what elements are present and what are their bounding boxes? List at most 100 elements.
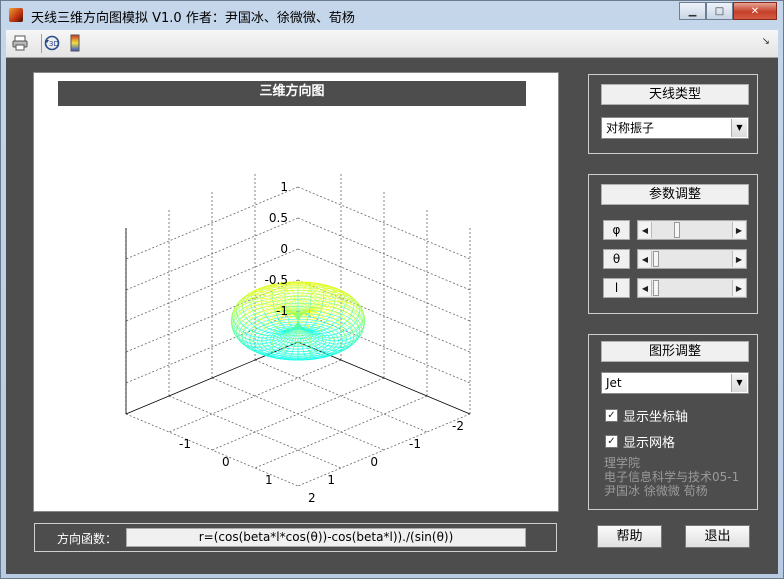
mesh-line [314, 327, 319, 329]
grid-line [254, 359, 428, 433]
mesh-line [304, 315, 307, 318]
mesh-line [359, 313, 362, 317]
mesh-line [348, 309, 353, 313]
pattern-3d-plot[interactable]: 10.50-0.5-110-1-2-1012 [34, 73, 558, 511]
mesh-line [323, 312, 327, 315]
mesh-line [260, 318, 265, 321]
mesh-line [301, 343, 303, 347]
mesh-line [332, 328, 336, 331]
mesh-line [280, 292, 283, 294]
mesh-line [349, 322, 353, 326]
mesh-line [323, 310, 327, 313]
mesh-line [311, 286, 316, 289]
mesh-line [257, 317, 262, 320]
grid-line [211, 377, 385, 451]
toolbar: 3D ↘ [6, 30, 778, 58]
mesh-line [287, 322, 289, 326]
mesh-line [269, 329, 273, 332]
mesh-line [318, 316, 323, 319]
mesh-line [275, 353, 279, 356]
mesh-line [259, 305, 261, 308]
mesh-line [335, 334, 337, 337]
mesh-line [280, 353, 285, 356]
mesh-line [308, 326, 312, 328]
mesh-line [244, 327, 247, 331]
mesh-line [249, 327, 253, 331]
mesh-line [344, 332, 349, 335]
mesh-line [313, 292, 316, 294]
mesh-line [269, 327, 273, 330]
mesh-line [257, 313, 261, 316]
print-icon[interactable] [11, 34, 29, 52]
mesh-line [308, 286, 312, 288]
mesh-line [243, 309, 248, 313]
mesh-line [320, 313, 324, 316]
mesh-line [299, 329, 301, 332]
mesh-line [280, 351, 283, 353]
plot-area[interactable]: 1 0.5 0 -0.5 -1 1 0 -1 -2 -1 0 1 2 三维方向图 [33, 72, 559, 512]
mesh-line [332, 311, 336, 314]
mesh-line [313, 311, 316, 313]
mesh-line [349, 327, 352, 331]
grid-line [168, 395, 342, 469]
mesh-line [308, 354, 312, 356]
mesh-line [260, 321, 265, 324]
maximize-button[interactable]: □ [706, 2, 733, 20]
close-button[interactable]: ✕ [733, 2, 777, 20]
mesh-line [311, 353, 316, 356]
mesh-line [258, 329, 262, 332]
mesh-line [290, 353, 292, 356]
mesh-line [269, 350, 273, 352]
mesh-line [295, 329, 297, 332]
mesh-line [318, 327, 322, 330]
mesh-line [301, 335, 303, 339]
figure-client-area: 1 0.5 0 -0.5 -1 1 0 -1 -2 -1 0 1 2 三维方向图 方向函数： r=(co… [6, 58, 778, 574]
toolbar-separator [41, 34, 42, 53]
mesh-line [278, 292, 281, 295]
minimize-button[interactable]: ▁ [679, 2, 706, 20]
mesh-line [311, 326, 316, 328]
mesh-line [266, 325, 270, 328]
mesh-line [260, 328, 264, 331]
mesh-line [255, 306, 258, 309]
mesh-line [347, 325, 350, 328]
mesh-line [318, 312, 322, 315]
mesh-line [243, 322, 247, 326]
mesh-line [253, 336, 255, 339]
mesh-line [311, 291, 314, 293]
mesh-line [258, 352, 262, 355]
mesh-line [310, 318, 316, 320]
title-bar[interactable]: 天线三维方向图模拟 V1.0 作者：尹国冰、徐微微、荀杨 ▁ □ ✕ [1, 1, 783, 29]
mesh-line [278, 324, 283, 327]
mesh-line [335, 315, 340, 318]
mesh-line [273, 317, 279, 320]
mesh-line [335, 326, 339, 329]
mesh-line [291, 332, 293, 336]
matlab-icon [9, 8, 23, 22]
mesh-line [257, 326, 261, 329]
mesh-line [341, 303, 343, 306]
mesh-line [304, 355, 307, 358]
mesh-line [293, 335, 295, 339]
app-window: 天线三维方向图模拟 V1.0 作者：尹国冰、徐微微、荀杨 ▁ □ ✕ 3D ↘ … [0, 0, 784, 579]
toolbar-overflow-icon[interactable]: ↘ [762, 36, 770, 47]
pattern-surface-mesh [230, 281, 366, 361]
mesh-line [292, 346, 295, 350]
mesh-line [282, 349, 285, 351]
mesh-line [324, 315, 330, 318]
mesh-line [305, 345, 308, 349]
mesh-line [276, 322, 282, 325]
mesh-line [315, 292, 318, 295]
mesh-line [330, 313, 336, 316]
colorbar-icon[interactable] [66, 34, 84, 52]
mesh-line [307, 322, 309, 326]
mesh-line [248, 323, 252, 326]
mesh-line [280, 326, 285, 328]
mesh-line [246, 314, 249, 317]
mesh-line [304, 353, 306, 356]
rotate-3d-icon[interactable]: 3D [43, 34, 61, 52]
mesh-line [338, 306, 341, 309]
mesh-line [284, 326, 288, 328]
mesh-line [253, 303, 255, 306]
mesh-line [300, 331, 303, 334]
